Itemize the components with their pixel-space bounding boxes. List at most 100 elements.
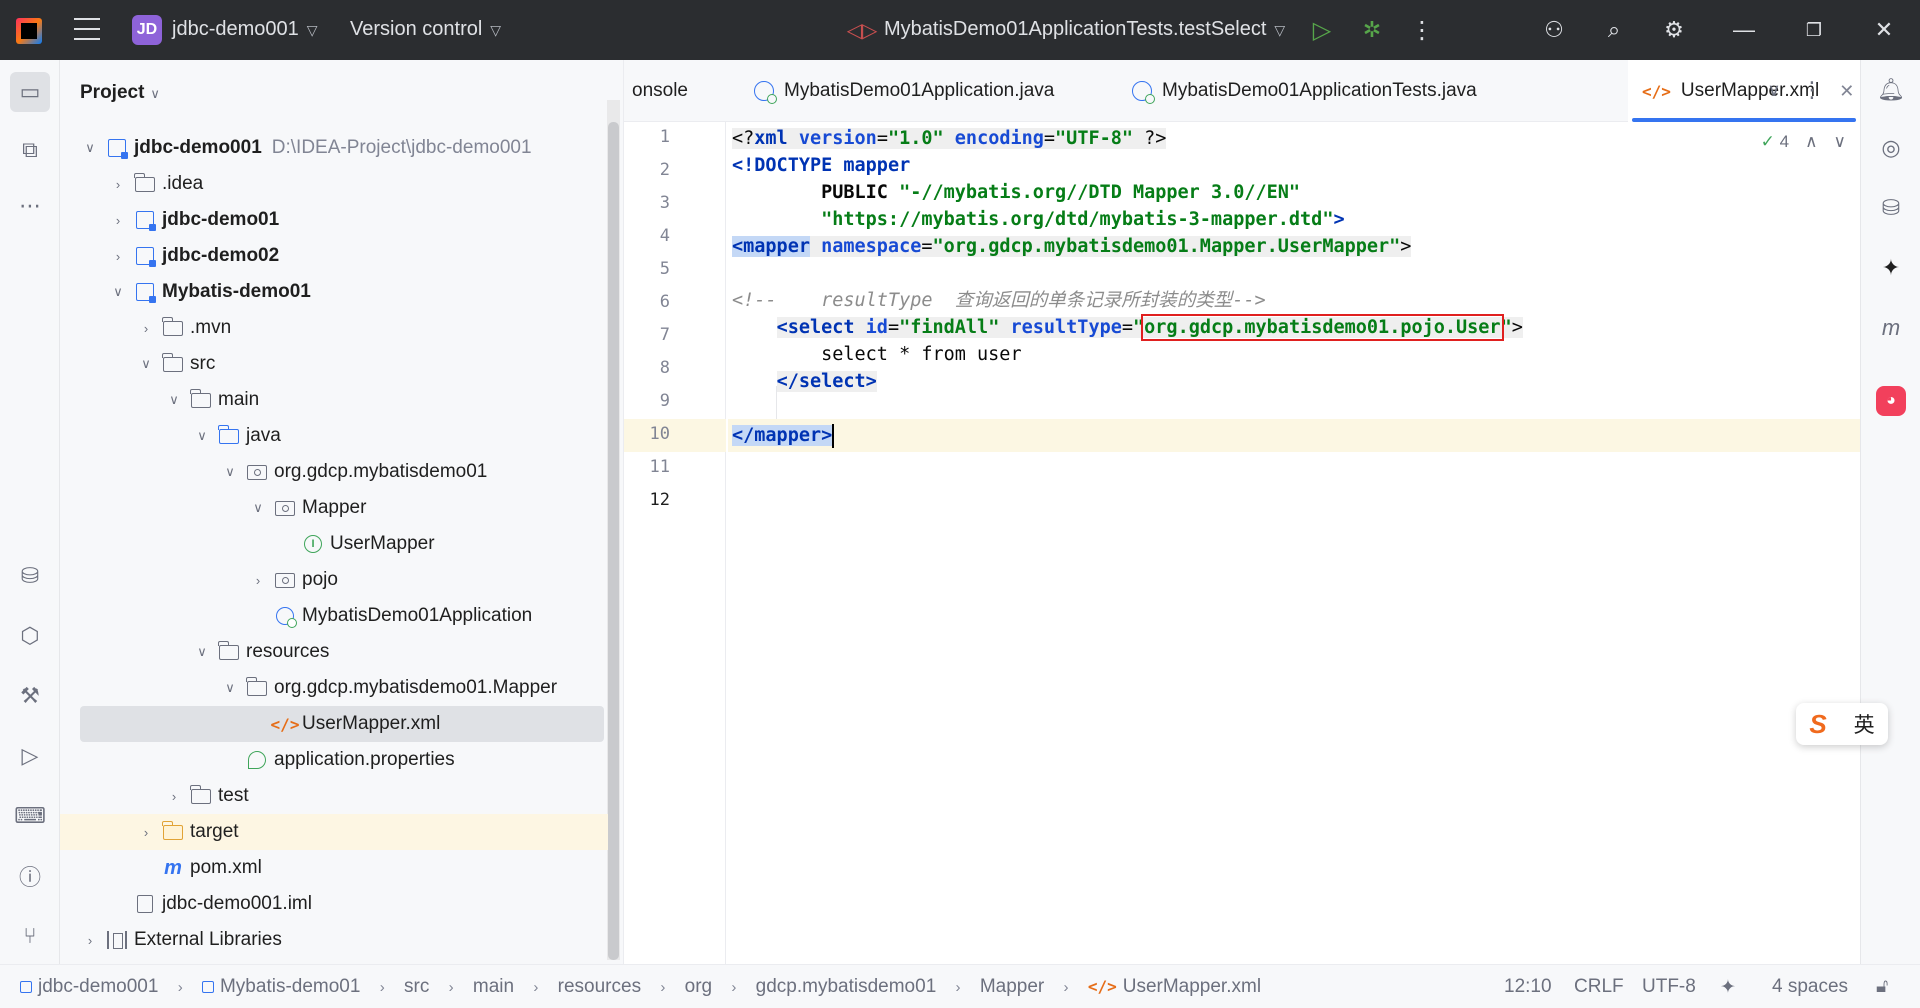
tree-item[interactable]: › pojo bbox=[60, 562, 608, 598]
chevron-right-icon[interactable]: › bbox=[108, 177, 128, 192]
project-switcher[interactable]: jdbc-demo001 ▽ bbox=[172, 18, 318, 41]
search-icon[interactable]: ⌕ bbox=[1598, 14, 1630, 46]
tree-item[interactable]: ∨ Mapper bbox=[60, 490, 608, 526]
chevron-down-icon[interactable]: ∨ bbox=[220, 680, 240, 696]
restore-icon[interactable]: ❐ bbox=[1798, 14, 1830, 46]
run-icon[interactable]: ▷ bbox=[1306, 14, 1338, 46]
project-panel-header[interactable]: Project ∨ bbox=[80, 82, 160, 104]
tree-item[interactable]: › jdbc-demo02 bbox=[60, 238, 608, 274]
package-icon bbox=[247, 464, 267, 480]
database-icon[interactable]: ⛁ bbox=[1873, 190, 1909, 226]
notifications-bell-icon[interactable]: 🔔︎ bbox=[1873, 72, 1909, 108]
tree-item[interactable]: › target bbox=[60, 814, 608, 850]
line-number: 4 bbox=[659, 226, 670, 246]
problems-icon[interactable]: ⓘ bbox=[10, 856, 50, 896]
plugin-status-icon[interactable]: ✦ bbox=[1720, 976, 1736, 999]
chevron-down-icon[interactable]: ∨ bbox=[108, 284, 128, 300]
tree-item[interactable]: › test bbox=[60, 778, 608, 814]
chevron-right-icon[interactable]: › bbox=[108, 249, 128, 264]
tree-item[interactable]: ∨ resources bbox=[60, 634, 608, 670]
breadcrumb-item[interactable]: main bbox=[473, 976, 514, 997]
file-encoding[interactable]: UTF-8 bbox=[1642, 976, 1696, 998]
git-icon[interactable]: ⑂ bbox=[10, 916, 50, 956]
debug-icon[interactable]: ✲ bbox=[1356, 14, 1388, 46]
services-icon[interactable]: ⬡ bbox=[10, 616, 50, 656]
terminal-icon[interactable]: ⌨ bbox=[10, 796, 50, 836]
tree-item[interactable]: ∨ java bbox=[60, 418, 608, 454]
tree-item[interactable]: MybatisDemo01Application bbox=[60, 598, 608, 634]
chevron-right-icon[interactable]: › bbox=[108, 213, 128, 228]
tree-item[interactable]: m pom.xml bbox=[60, 850, 608, 886]
chevron-down-icon[interactable]: ∨ bbox=[192, 428, 212, 444]
chevron-down-icon[interactable]: ∨ bbox=[220, 464, 240, 480]
tree-item-selected[interactable]: </> UserMapper.xml bbox=[80, 706, 604, 742]
main-menu-icon[interactable] bbox=[74, 18, 100, 40]
close-window-icon[interactable]: ✕ bbox=[1868, 14, 1900, 46]
tab-console[interactable]: onsole bbox=[618, 60, 702, 122]
plugin-icon[interactable]: ✦ bbox=[1873, 250, 1909, 286]
chevron-right-icon[interactable]: › bbox=[136, 321, 156, 336]
breadcrumb-item[interactable]: org bbox=[685, 976, 712, 997]
breadcrumb-item[interactable]: src bbox=[404, 976, 429, 997]
tab-application-tests-java[interactable]: MybatisDemo01ApplicationTests.java bbox=[1118, 60, 1491, 122]
breadcrumb-item[interactable]: gdcp.mybatisdemo01 bbox=[756, 976, 937, 997]
build-hammer-icon[interactable]: ⚒ bbox=[10, 676, 50, 716]
tree-item[interactable]: ∨ jdbc-demo001 D:\IDEA-Project\jdbc-demo0… bbox=[60, 130, 608, 166]
caret-position[interactable]: 12:10 bbox=[1504, 976, 1552, 998]
tree-item-label: resources bbox=[246, 641, 330, 662]
tree-item[interactable]: ∨ Mybatis-demo01 bbox=[60, 274, 608, 310]
project-tool-folder-icon[interactable]: ▭ bbox=[10, 72, 50, 112]
ai-assistant-icon[interactable]: ◎ bbox=[1873, 130, 1909, 166]
chevron-down-icon[interactable]: ∨ bbox=[80, 140, 100, 156]
database-icon[interactable]: ⛁ bbox=[10, 556, 50, 596]
tree-item[interactable]: ∨ org.gdcp.mybatisdemo01 bbox=[60, 454, 608, 490]
more-actions-icon[interactable]: ⋮ bbox=[1406, 14, 1438, 46]
tree-item[interactable]: › .mvn bbox=[60, 310, 608, 346]
chevron-down-icon[interactable]: ∨ bbox=[164, 392, 184, 408]
status-bar: jdbc-demo001 › Mybatis-demo01 › src › ma… bbox=[0, 964, 1920, 1008]
close-icon[interactable]: ✕ bbox=[1839, 81, 1854, 102]
tree-item[interactable]: ∨ org.gdcp.mybatisdemo01.Mapper bbox=[60, 670, 608, 706]
maven-icon[interactable]: m bbox=[1873, 310, 1909, 346]
chevron-right-icon[interactable]: › bbox=[164, 789, 184, 804]
tree-item[interactable]: › jdbc-demo01 bbox=[60, 202, 608, 238]
project-badge[interactable]: JD bbox=[132, 15, 162, 45]
line-ending[interactable]: CRLF bbox=[1574, 976, 1624, 998]
chevron-down-icon[interactable]: ∨ bbox=[136, 356, 156, 372]
run-tool-icon[interactable]: ▷ bbox=[10, 736, 50, 776]
tree-item[interactable]: ∨ src bbox=[60, 346, 608, 382]
breadcrumb-item[interactable]: Mapper bbox=[980, 976, 1044, 997]
indent-setting[interactable]: 4 spaces bbox=[1772, 976, 1848, 998]
tree-item[interactable]: I UserMapper bbox=[60, 526, 608, 562]
chevron-down-icon[interactable]: ∨ bbox=[192, 644, 212, 660]
tree-scrollbar-thumb[interactable] bbox=[608, 122, 619, 960]
tree-item[interactable]: jdbc-demo001.iml bbox=[60, 886, 608, 922]
minimize-icon[interactable]: — bbox=[1728, 14, 1760, 46]
more-tabs-icon[interactable]: ⋮ bbox=[1796, 74, 1828, 106]
run-config-selector[interactable]: MybatisDemo01ApplicationTests.testSelect… bbox=[884, 18, 1285, 41]
breadcrumb-item[interactable]: resources bbox=[558, 976, 641, 997]
tree-item[interactable]: ∨ main bbox=[60, 382, 608, 418]
tree-item-path: D:\IDEA-Project\jdbc-demo001 bbox=[271, 137, 532, 158]
tree-item[interactable]: › .idea bbox=[60, 166, 608, 202]
breadcrumb-item[interactable]: jdbc-demo001 bbox=[20, 976, 158, 997]
chevron-right-icon[interactable]: › bbox=[80, 933, 100, 948]
chevron-down-icon[interactable]: ∨ bbox=[1758, 74, 1790, 106]
read-only-lock-icon[interactable]: 🔓︎ bbox=[1876, 976, 1888, 998]
chevron-right-icon[interactable]: › bbox=[248, 573, 268, 588]
breadcrumb-item[interactable]: </> UserMapper.xml bbox=[1088, 976, 1261, 997]
plugin-badge-icon[interactable]: ◕ bbox=[1876, 386, 1906, 416]
more-tools-icon[interactable]: ⋯ bbox=[10, 186, 50, 226]
breadcrumb-item[interactable]: Mybatis-demo01 bbox=[201, 976, 360, 997]
code-editor[interactable]: <?xml version="1.0" encoding="UTF-8" ?> … bbox=[728, 122, 1860, 964]
tab-application-java[interactable]: MybatisDemo01Application.java bbox=[740, 60, 1068, 122]
tree-item[interactable]: › External Libraries bbox=[60, 922, 608, 958]
chevron-right-icon[interactable]: › bbox=[136, 825, 156, 840]
structure-icon[interactable]: ⧉ bbox=[10, 130, 50, 170]
add-user-icon[interactable]: ⚇ bbox=[1538, 14, 1570, 46]
version-control-menu[interactable]: Version control ▽ bbox=[350, 18, 501, 41]
input-method-widget[interactable]: S 英 bbox=[1796, 703, 1888, 745]
tree-item[interactable]: application.properties bbox=[60, 742, 608, 778]
chevron-down-icon[interactable]: ∨ bbox=[248, 500, 268, 516]
gear-icon[interactable]: ⚙ bbox=[1658, 14, 1690, 46]
